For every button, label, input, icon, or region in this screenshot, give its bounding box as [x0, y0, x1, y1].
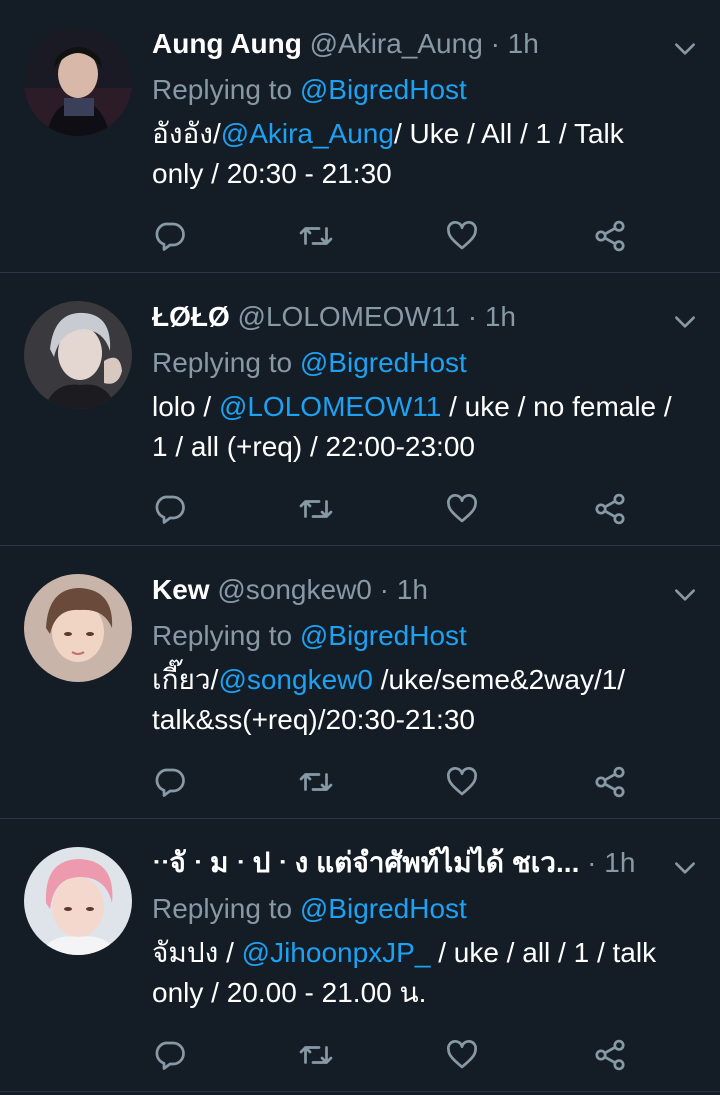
timestamp[interactable]: 1h: [604, 847, 635, 878]
separator-dot: ·: [490, 28, 500, 59]
display-name[interactable]: ŁØŁØ: [152, 301, 230, 332]
mention-link[interactable]: @Akira_Aung: [221, 118, 394, 149]
tweet-text-before: lolo /: [152, 391, 219, 422]
reply-icon[interactable]: [152, 764, 188, 800]
replying-to: Replying to @BigredHost: [152, 345, 467, 381]
heart-icon[interactable]: [444, 764, 480, 800]
replying-to: Replying to @BigredHost: [152, 72, 467, 108]
reply-icon[interactable]: [152, 1037, 188, 1073]
tweet[interactable]: Kew @songkew0 · 1h Replying to @BigredHo…: [0, 546, 720, 819]
heart-icon[interactable]: [444, 218, 480, 254]
replying-to: Replying to @BigredHost: [152, 891, 467, 927]
tweet-text: จัมปง / @JihoonpxJP_ / uke / all / 1 / t…: [152, 933, 680, 1013]
tweet-actions: [152, 491, 652, 531]
retweet-icon[interactable]: [298, 491, 334, 527]
tweet[interactable]: ŁØŁØ @LOLOMEOW11 · 1h Replying to @Bigre…: [0, 273, 720, 546]
avatar[interactable]: [24, 574, 132, 682]
tweet-text: เกี๊ยว/@songkew0 /uke/seme&2way/1/ talk&…: [152, 660, 680, 740]
replying-to-handle[interactable]: @BigredHost: [300, 347, 467, 378]
timestamp[interactable]: 1h: [485, 301, 516, 332]
avatar[interactable]: [24, 847, 132, 955]
tweet-text: lolo / @LOLOMEOW11 / uke / no female / 1…: [152, 387, 680, 467]
tweet-text-before: อังอัง/: [152, 118, 221, 149]
avatar[interactable]: [24, 28, 132, 136]
separator-dot: ·: [587, 847, 597, 878]
replying-to: Replying to @BigredHost: [152, 618, 467, 654]
replying-to-label: Replying to: [152, 893, 293, 924]
reply-icon[interactable]: [152, 218, 188, 254]
tweet-text-before: จัมปง /: [152, 937, 242, 968]
timestamp[interactable]: 1h: [397, 574, 428, 605]
separator-dot: ·: [467, 301, 478, 332]
tweet-actions: [152, 764, 652, 804]
replying-to-handle[interactable]: @BigredHost: [300, 74, 467, 105]
tweet-header: Kew @songkew0 · 1h: [152, 572, 650, 608]
retweet-icon[interactable]: [298, 764, 334, 800]
share-icon[interactable]: [592, 491, 628, 527]
chevron-down-icon[interactable]: [672, 582, 698, 608]
replying-to-label: Replying to: [152, 347, 293, 378]
tweet-actions: [152, 1037, 652, 1077]
replying-to-handle[interactable]: @BigredHost: [300, 893, 467, 924]
replying-to-label: Replying to: [152, 74, 293, 105]
avatar[interactable]: [24, 301, 132, 409]
tweet[interactable]: ᐧᐧจั ᐧ ม ᐧ ป ᐧ ง แต่จำศัพท์ไม่ได้ ชเว...…: [0, 819, 720, 1092]
mention-link[interactable]: @JihoonpxJP_: [242, 937, 431, 968]
display-name[interactable]: Aung Aung: [152, 28, 302, 59]
timestamp[interactable]: 1h: [508, 28, 539, 59]
heart-icon[interactable]: [444, 1037, 480, 1073]
replying-to-label: Replying to: [152, 620, 293, 651]
tweet-header: ŁØŁØ @LOLOMEOW11 · 1h: [152, 299, 650, 335]
display-name[interactable]: ᐧᐧจั ᐧ ม ᐧ ป ᐧ ง แต่จำศัพท์ไม่ได้ ชเว...: [152, 847, 579, 878]
user-handle[interactable]: @songkew0: [217, 574, 372, 605]
user-handle[interactable]: @Akira_Aung: [310, 28, 483, 59]
chevron-down-icon[interactable]: [672, 36, 698, 62]
user-handle[interactable]: @LOLOMEOW11: [238, 301, 460, 332]
chevron-down-icon[interactable]: [672, 855, 698, 881]
reply-icon[interactable]: [152, 491, 188, 527]
display-name[interactable]: Kew: [152, 574, 210, 605]
retweet-icon[interactable]: [298, 1037, 334, 1073]
tweet-actions: [152, 218, 652, 258]
retweet-icon[interactable]: [298, 218, 334, 254]
share-icon[interactable]: [592, 218, 628, 254]
mention-link[interactable]: @songkew0: [218, 664, 373, 695]
tweet[interactable]: Aung Aung @Akira_Aung · 1h Replying to @…: [0, 0, 720, 273]
tweet-text: อังอัง/@Akira_Aung/ Uke / All / 1 / Talk…: [152, 114, 680, 194]
tweet-text-before: เกี๊ยว/: [152, 664, 219, 695]
tweet-header: Aung Aung @Akira_Aung · 1h: [152, 26, 650, 62]
separator-dot: ·: [379, 574, 389, 605]
heart-icon[interactable]: [444, 491, 480, 527]
share-icon[interactable]: [592, 764, 628, 800]
share-icon[interactable]: [592, 1037, 628, 1073]
tweet-header: ᐧᐧจั ᐧ ม ᐧ ป ᐧ ง แต่จำศัพท์ไม่ได้ ชเว...…: [152, 845, 650, 881]
chevron-down-icon[interactable]: [672, 309, 698, 335]
replying-to-handle[interactable]: @BigredHost: [300, 620, 467, 651]
mention-link[interactable]: @LOLOMEOW11: [219, 391, 441, 422]
